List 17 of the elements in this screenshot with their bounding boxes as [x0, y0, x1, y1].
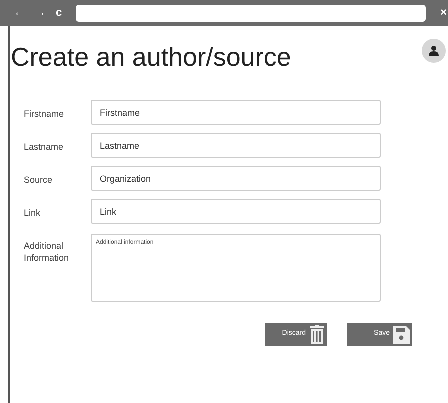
- field-label: Firstname: [24, 108, 66, 120]
- input-field[interactable]: Organization: [91, 166, 381, 191]
- field-label: Additional Information: [24, 240, 70, 264]
- input-field[interactable]: Firstname: [91, 100, 381, 125]
- page-title: Create an author/source: [11, 41, 292, 74]
- user-avatar-icon[interactable]: [422, 39, 446, 63]
- input-field[interactable]: Lastname: [91, 133, 381, 158]
- field-label: Link: [24, 207, 42, 219]
- address-bar[interactable]: [76, 4, 426, 22]
- field-label: Lastname: [24, 141, 65, 153]
- field-label: Source: [24, 174, 54, 186]
- close-button[interactable]: ×: [440, 4, 448, 22]
- reload-button[interactable]: c: [56, 4, 62, 22]
- back-button[interactable]: ←: [14, 4, 25, 22]
- input-field[interactable]: Link: [91, 199, 381, 224]
- forward-button[interactable]: →: [35, 4, 46, 22]
- trash-icon: [309, 325, 325, 344]
